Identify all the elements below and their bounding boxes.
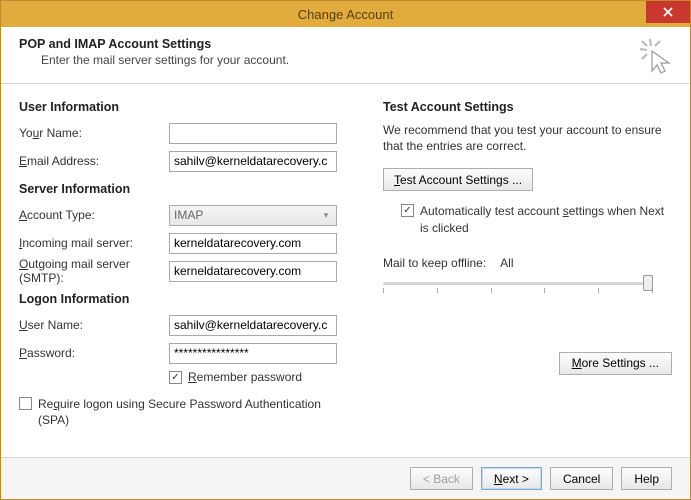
header-subtitle: Enter the mail server settings for your … xyxy=(41,53,672,67)
window-title: Change Account xyxy=(298,7,393,22)
incoming-label: Incoming mail server: xyxy=(19,236,169,250)
chevron-down-icon: ▾ xyxy=(318,210,334,221)
header-title: POP and IMAP Account Settings xyxy=(19,37,672,51)
close-button[interactable] xyxy=(646,1,690,23)
dialog-footer: < Back Next > Cancel Help xyxy=(1,457,690,499)
account-type-select[interactable]: IMAP ▾ xyxy=(169,205,337,226)
auto-test-checkbox[interactable]: ✓ xyxy=(401,204,414,217)
user-name-input[interactable] xyxy=(169,315,337,336)
right-column: Test Account Settings We recommend that … xyxy=(383,100,672,434)
cursor-click-icon xyxy=(638,37,672,75)
remember-password-checkbox[interactable]: ✓ xyxy=(169,371,182,384)
user-name-label: User Name: xyxy=(19,318,169,332)
cancel-button[interactable]: Cancel xyxy=(550,467,613,490)
dialog-body: User Information Your Name: Email Addres… xyxy=(1,84,690,434)
test-account-button[interactable]: Test Account Settings ... xyxy=(383,168,533,191)
test-heading: Test Account Settings xyxy=(383,100,672,114)
outgoing-label: Outgoing mail server (SMTP): xyxy=(19,257,169,285)
email-input[interactable] xyxy=(169,151,337,172)
slider-ticks xyxy=(383,288,653,293)
slider-thumb[interactable] xyxy=(643,275,653,291)
spa-label: Require logon using Secure Password Auth… xyxy=(38,396,321,428)
dialog-header: POP and IMAP Account Settings Enter the … xyxy=(1,27,690,84)
more-settings-button[interactable]: More Settings ... xyxy=(559,352,672,375)
user-info-heading: User Information xyxy=(19,100,359,114)
server-info-heading: Server Information xyxy=(19,182,359,196)
account-type-label: Account Type: xyxy=(19,208,169,222)
mail-offline-label: Mail to keep offline: xyxy=(383,256,486,270)
change-account-window: Change Account POP and IMAP Account Sett… xyxy=(0,0,691,500)
password-input[interactable] xyxy=(169,343,337,364)
password-label: Password: xyxy=(19,346,169,360)
email-label: Email Address: xyxy=(19,154,169,168)
help-button[interactable]: Help xyxy=(621,467,672,490)
remember-password-label: Remember password xyxy=(188,370,302,384)
mail-offline-value: All xyxy=(500,256,513,270)
close-icon xyxy=(663,7,673,17)
slider-track xyxy=(383,282,653,285)
titlebar: Change Account xyxy=(1,1,690,27)
your-name-label: Your Name: xyxy=(19,126,169,140)
mail-offline-slider[interactable] xyxy=(383,274,653,298)
incoming-server-input[interactable] xyxy=(169,233,337,254)
left-column: User Information Your Name: Email Addres… xyxy=(19,100,359,434)
next-button[interactable]: Next > xyxy=(481,467,542,490)
account-type-value: IMAP xyxy=(174,208,203,222)
back-button[interactable]: < Back xyxy=(410,467,473,490)
outgoing-server-input[interactable] xyxy=(169,261,337,282)
your-name-input[interactable] xyxy=(169,123,337,144)
spa-checkbox[interactable] xyxy=(19,397,32,410)
test-recommend-text: We recommend that you test your account … xyxy=(383,122,672,154)
logon-info-heading: Logon Information xyxy=(19,292,359,306)
auto-test-label: Automatically test account settings when… xyxy=(420,203,664,235)
